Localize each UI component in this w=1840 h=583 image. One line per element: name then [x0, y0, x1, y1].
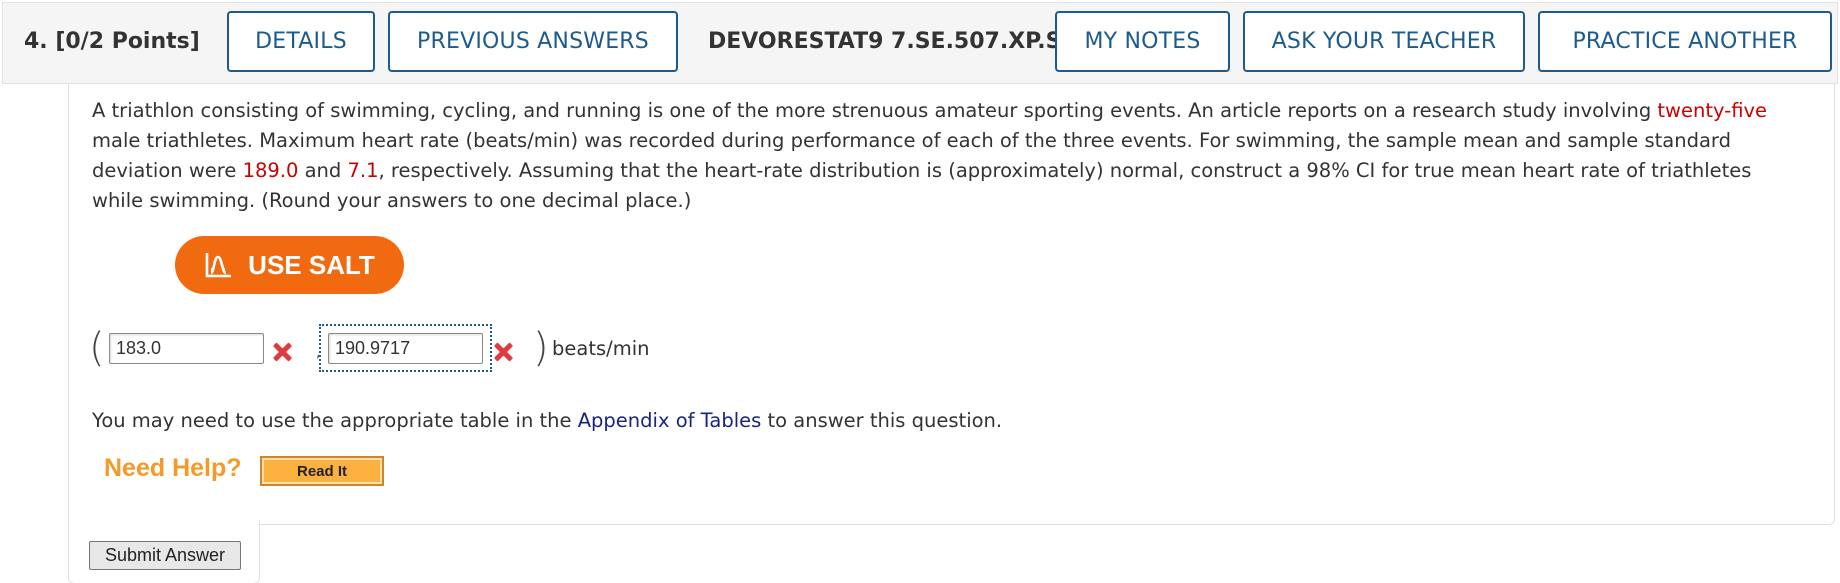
sample-size-value: twenty-five	[1657, 99, 1768, 122]
question-text: A triathlon consisting of swimming, cycl…	[92, 96, 1792, 216]
salt-distribution-icon	[204, 251, 234, 279]
question-text-part: A triathlon consisting of swimming, cycl…	[92, 99, 1658, 122]
appendix-text: to answer this question.	[761, 409, 1003, 432]
incorrect-x-icon	[271, 341, 293, 363]
appendix-of-tables-link[interactable]: Appendix of Tables	[578, 409, 762, 432]
open-parenthesis: (	[89, 325, 105, 371]
submit-answer-button[interactable]: Submit Answer	[89, 541, 241, 570]
appendix-note: You may need to use the appropriate tabl…	[92, 409, 1002, 432]
lower-bound-input[interactable]	[109, 333, 264, 364]
read-it-button[interactable]: Read It	[260, 456, 384, 486]
close-parenthesis: )	[533, 325, 549, 371]
ask-your-teacher-button[interactable]: ASK YOUR TEACHER	[1243, 11, 1525, 72]
question-number-label: 4. [0/2 Points]	[24, 29, 200, 54]
question-text-part: and	[298, 159, 348, 182]
need-help-label: Need Help?	[104, 454, 242, 482]
previous-answers-button[interactable]: PREVIOUS ANSWERS	[388, 11, 678, 72]
upper-bound-input[interactable]	[328, 333, 483, 364]
use-salt-button[interactable]: USE SALT	[175, 236, 404, 294]
my-notes-button[interactable]: MY NOTES	[1055, 11, 1230, 72]
practice-another-button[interactable]: PRACTICE ANOTHER	[1538, 11, 1832, 72]
units-label: beats/min	[552, 337, 650, 360]
sample-sd-value: 7.1	[347, 159, 379, 182]
incorrect-x-icon	[492, 341, 514, 363]
sample-mean-value: 189.0	[242, 159, 299, 182]
problem-code: DEVORESTAT9 7.SE.507.XP.S.	[708, 29, 1070, 54]
appendix-text: You may need to use the appropriate tabl…	[92, 409, 578, 432]
use-salt-label: USE SALT	[248, 249, 375, 280]
details-button[interactable]: DETAILS	[227, 11, 375, 72]
